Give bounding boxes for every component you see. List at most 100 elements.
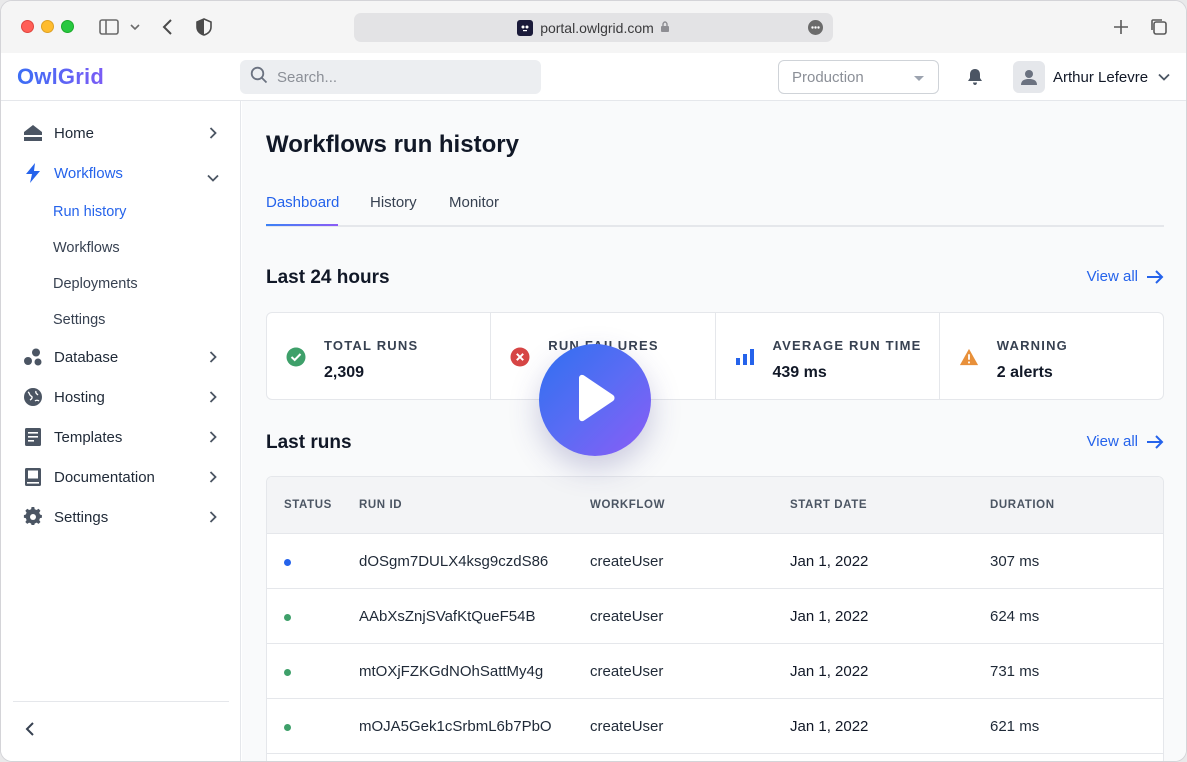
sidebar-item-label: Workflows (54, 164, 123, 182)
column-header-run-id[interactable]: RUN ID (359, 499, 402, 511)
sidebar-item-workflows[interactable]: Workflows (1, 153, 241, 193)
tab-history[interactable]: History (370, 194, 417, 211)
status-dot (284, 724, 291, 731)
stat-value: 2 alerts (996, 364, 1053, 381)
workflow-cell: createUser (590, 663, 664, 680)
environment-select[interactable]: Production (778, 60, 939, 94)
browser-window: portal.owlgrid.com OwlGrid Production (0, 0, 1187, 762)
chevron-right-icon (209, 470, 217, 488)
sidebar-item-database[interactable]: Database (1, 337, 241, 377)
stat-value: 2,309 (324, 364, 365, 381)
search-box[interactable] (240, 60, 541, 94)
search-icon (250, 66, 268, 89)
column-header-duration[interactable]: DURATION (990, 499, 1055, 511)
sidebar-item-hosting[interactable]: Hosting (1, 377, 241, 417)
close-window-button[interactable] (21, 20, 34, 33)
arrow-right-icon (1147, 434, 1164, 449)
tab-monitor[interactable]: Monitor (449, 194, 499, 211)
sidebar-item-templates[interactable]: Templates (1, 417, 241, 457)
view-all-last-24-link[interactable]: View all (1087, 268, 1164, 285)
table-header: STATUS RUN ID WORKFLOW START DATE DURATI… (267, 477, 1163, 534)
table-row[interactable]: mtOXjFZKGdNOhSattMy4g createUser Jan 1, … (267, 644, 1163, 699)
play-button[interactable] (539, 344, 651, 456)
table-row[interactable]: AAbXsZnjSVafKtQueF54B createUser Jan 1, … (267, 589, 1163, 644)
run-id-cell: AAbXsZnjSVafKtQueF54B (359, 608, 536, 625)
status-dot (284, 614, 291, 621)
home-icon (23, 123, 43, 143)
chevron-down-icon[interactable] (123, 15, 147, 39)
new-tab-icon[interactable] (1109, 15, 1133, 39)
app-header: OwlGrid Production Arthur Lefevre (1, 53, 1186, 101)
column-header-start-date[interactable]: START DATE (790, 499, 867, 511)
environment-value: Production (792, 68, 864, 86)
sidebar-item-label: Documentation (54, 468, 155, 486)
chevron-right-icon (209, 350, 217, 368)
stat-warning[interactable]: WARNING 2 alerts (940, 313, 1163, 399)
bar-chart-icon (735, 347, 755, 367)
subitem-settings[interactable]: Settings (53, 312, 105, 328)
sidebar-item-label: Settings (54, 508, 109, 526)
view-all-label: View all (1086, 268, 1138, 285)
bell-icon[interactable] (965, 67, 985, 92)
search-input[interactable] (277, 68, 517, 86)
section-title-last-24-hours: Last 24 hours (266, 267, 390, 288)
caret-down-icon (914, 76, 924, 81)
sidebar-item-documentation[interactable]: Documentation (1, 457, 241, 497)
run-id-cell: dOSgm7DULX4ksg9czdS86 (359, 553, 549, 570)
stats-panel: TOTAL RUNS 2,309 RUN FAILURES 12 AVERAGE… (266, 312, 1164, 400)
chevron-right-icon (209, 430, 217, 448)
tab-dashboard[interactable]: Dashboard (266, 194, 339, 211)
site-favicon-icon (517, 19, 534, 36)
active-tab-indicator (266, 224, 338, 226)
more-options-icon[interactable] (808, 20, 823, 35)
avatar (1013, 61, 1045, 93)
table-row[interactable]: mOJA5Gek1cSrbmL6b7PbO createUser Jan 1, … (267, 699, 1163, 754)
address-bar[interactable]: portal.owlgrid.com (354, 13, 833, 42)
duration-cell: 624 ms (990, 608, 1040, 625)
maximize-window-button[interactable] (61, 20, 74, 33)
gear-icon (23, 507, 43, 527)
sidebar-item-settings[interactable]: Settings (1, 497, 241, 537)
sidebar-item-home[interactable]: Home (1, 113, 241, 153)
tab-overview-icon[interactable] (1147, 15, 1171, 39)
chevron-right-icon (209, 510, 217, 528)
sidebar-toggle-icon[interactable] (97, 15, 121, 39)
tab-bar: Dashboard History Monitor (266, 191, 1164, 227)
stat-label: TOTAL RUNS (324, 338, 419, 353)
view-all-last-runs-link[interactable]: View all (1087, 433, 1164, 450)
stat-average-run-time[interactable]: AVERAGE RUN TIME 439 ms (716, 313, 940, 399)
workflow-cell: createUser (590, 553, 664, 570)
minimize-window-button[interactable] (41, 20, 54, 33)
start-date-cell: Jan 1, 2022 (790, 718, 869, 735)
lock-icon (660, 20, 670, 36)
shield-icon[interactable] (192, 15, 216, 39)
status-dot (284, 669, 291, 676)
play-icon (573, 374, 617, 427)
sidebar-item-label: Hosting (54, 388, 105, 406)
workflow-cell: createUser (590, 718, 664, 735)
table-row[interactable]: dOSgm7DULX4ksg9czdS86 createUser Jan 1, … (267, 534, 1163, 589)
owlgrid-logo[interactable]: OwlGrid (17, 64, 104, 90)
duration-cell: 731 ms (990, 663, 1040, 680)
column-header-workflow[interactable]: WORKFLOW (590, 499, 665, 511)
browser-toolbar: portal.owlgrid.com (1, 1, 1186, 53)
section-title-last-runs: Last runs (266, 432, 352, 453)
sidebar: Home Workflows Run history Workflows Dep… (1, 101, 241, 761)
chevron-down-icon (1158, 68, 1170, 86)
subitem-workflows[interactable]: Workflows (53, 240, 120, 256)
sidebar-item-label: Templates (54, 428, 123, 446)
user-menu[interactable]: Arthur Lefevre (1013, 61, 1170, 93)
chevron-right-icon (209, 390, 217, 408)
stat-value: 439 ms (772, 364, 827, 381)
start-date-cell: Jan 1, 2022 (790, 663, 869, 680)
subitem-deployments[interactable]: Deployments (53, 276, 138, 292)
column-header-status[interactable]: STATUS (284, 499, 332, 511)
collapse-sidebar-icon[interactable] (25, 721, 35, 742)
view-all-label: View all (1086, 433, 1138, 450)
back-icon[interactable] (155, 15, 179, 39)
book-icon (23, 467, 43, 487)
workflow-cell: createUser (590, 608, 664, 625)
stat-total-runs[interactable]: TOTAL RUNS 2,309 (267, 313, 492, 399)
stat-label: AVERAGE RUN TIME (772, 338, 922, 353)
subitem-run-history[interactable]: Run history (53, 204, 126, 220)
